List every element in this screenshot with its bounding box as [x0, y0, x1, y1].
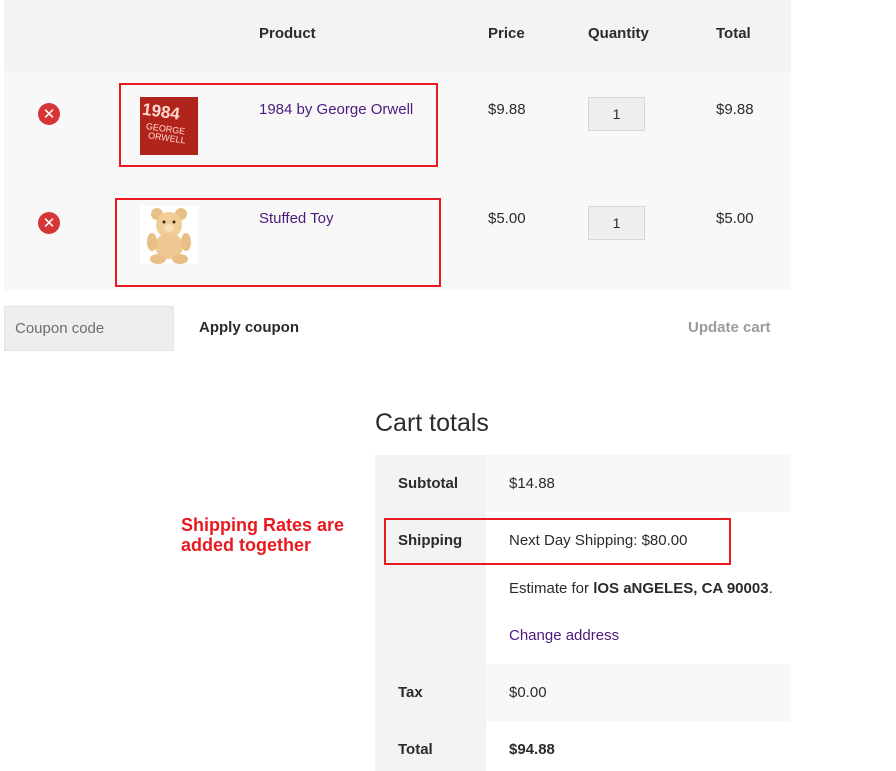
header-total: Total [716, 25, 751, 42]
quantity-input[interactable]: 1 [588, 97, 645, 131]
total-label: Total [398, 741, 433, 758]
product-price: $5.00 [488, 210, 526, 227]
tax-label: Tax [398, 684, 423, 701]
tax-value: $0.00 [509, 684, 547, 701]
remove-item-icon[interactable]: ✕ [38, 212, 60, 234]
remove-item-icon[interactable]: ✕ [38, 103, 60, 125]
estimate-suffix: . [768, 580, 773, 597]
line-total: $5.00 [716, 210, 754, 227]
highlight-box [384, 518, 731, 565]
apply-coupon-button[interactable]: Apply coupon [199, 319, 299, 336]
update-cart-button[interactable]: Update cart [688, 319, 771, 336]
highlight-box [115, 198, 441, 287]
change-address-link[interactable]: Change address [509, 627, 619, 644]
annotation-text: Shipping Rates are added together [181, 515, 344, 555]
quantity-input[interactable]: 1 [588, 206, 645, 240]
totals-label-cell [375, 664, 486, 721]
header-quantity: Quantity [588, 25, 649, 42]
cart-table-header [4, 0, 791, 71]
product-price: $9.88 [488, 101, 526, 118]
header-product: Product [259, 25, 316, 42]
estimate-location: lOS aNGELES, CA 90003 [593, 580, 769, 597]
shipping-estimate: Estimate for lOS aNGELES, CA 90003. [509, 580, 773, 597]
total-value: $94.88 [509, 741, 555, 758]
cart-totals-title: Cart totals [375, 409, 489, 437]
subtotal-value: $14.88 [509, 475, 555, 492]
highlight-box [119, 83, 438, 167]
coupon-code-input[interactable]: Coupon code [4, 306, 174, 351]
annotation-line-2: added together [181, 535, 312, 555]
annotation-line-1: Shipping Rates are [181, 515, 345, 535]
line-total: $9.88 [716, 101, 754, 118]
estimate-prefix: Estimate for [509, 580, 594, 597]
header-price: Price [488, 25, 525, 42]
subtotal-label: Subtotal [398, 475, 458, 492]
